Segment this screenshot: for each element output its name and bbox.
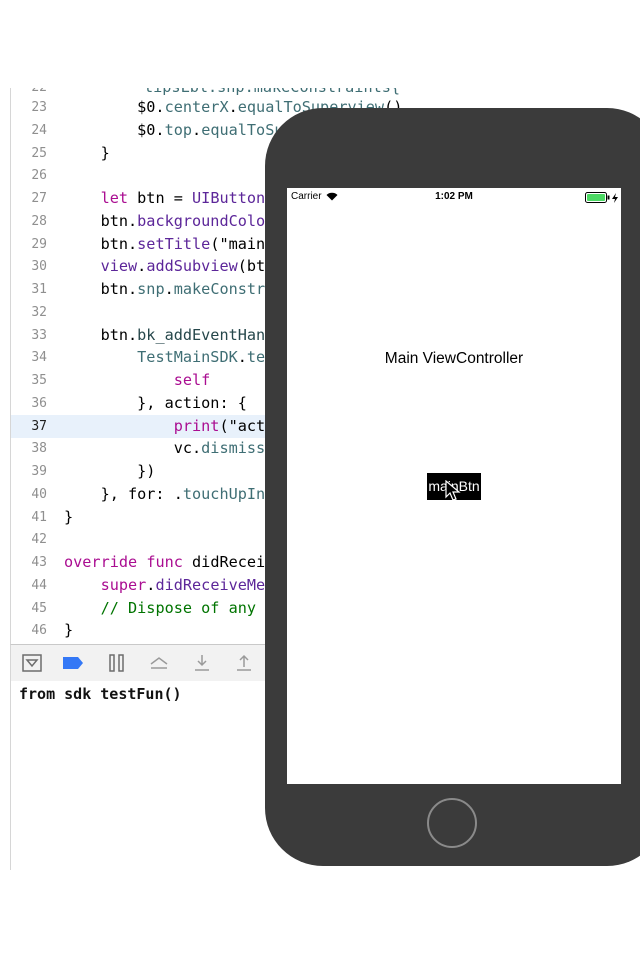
line-number: 27 xyxy=(31,191,47,206)
line-number: 33 xyxy=(31,327,47,343)
step-over-icon xyxy=(150,657,168,669)
line-number: 35 xyxy=(31,373,47,388)
code-text: view.addSubview(btn) xyxy=(100,257,284,276)
line-number: 43 xyxy=(31,555,47,570)
line-number: 45 xyxy=(31,600,47,616)
step-out-icon xyxy=(237,654,251,671)
hide-debug-area-icon xyxy=(22,654,42,672)
battery-icon xyxy=(585,192,610,203)
status-bar: Carrier 1:02 PM xyxy=(287,188,621,206)
breakpoints-toggle-button[interactable] xyxy=(61,651,85,675)
code-text: } xyxy=(64,507,74,526)
pause-icon xyxy=(109,654,124,672)
step-out-button[interactable] xyxy=(232,651,256,675)
pause-button[interactable] xyxy=(105,651,129,675)
line-number: 46 xyxy=(31,623,47,639)
line-number: 42 xyxy=(31,532,47,548)
code-text: } xyxy=(64,143,110,162)
home-button[interactable] xyxy=(427,798,477,848)
breakpoints-toggle-icon xyxy=(63,657,83,669)
main-title-label: Main ViewController xyxy=(384,350,524,367)
code-text: }) xyxy=(64,462,156,480)
line-number: 26 xyxy=(31,168,47,184)
line-number: 44 xyxy=(31,577,47,593)
line-number: 24 xyxy=(31,122,47,138)
line-number: 38 xyxy=(31,441,47,457)
line-number: 29 xyxy=(31,236,47,252)
line-number: 36 xyxy=(31,395,47,411)
line-number: 23 xyxy=(31,100,47,115)
step-into-button[interactable] xyxy=(190,651,214,675)
step-into-icon xyxy=(195,655,209,671)
mouse-cursor-icon xyxy=(445,480,461,501)
code-text: let btn = UIButton() xyxy=(100,189,284,207)
line-number: 34 xyxy=(31,350,47,366)
code-text: } xyxy=(64,621,74,640)
hide-debug-area-button[interactable] xyxy=(20,651,44,675)
status-time: 1:02 PM xyxy=(435,191,473,202)
line-number: 31 xyxy=(31,282,47,297)
line-number: 41 xyxy=(31,509,47,525)
step-over-button[interactable] xyxy=(147,651,171,675)
line-number: 32 xyxy=(31,304,47,320)
line-number: 40 xyxy=(31,486,47,502)
code-text: }, action: { xyxy=(64,393,247,412)
line-number: 30 xyxy=(31,259,47,275)
line-number: 25 xyxy=(31,145,47,161)
code-text: self xyxy=(173,371,211,389)
line-number: 28 xyxy=(31,213,47,229)
line-number: 39 xyxy=(31,464,47,479)
line-number: 37 xyxy=(31,418,47,434)
simulator-screen[interactable]: Carrier 1:02 PM Main ViewController main… xyxy=(287,188,621,784)
charging-bolt-icon xyxy=(612,192,618,203)
console-text: from sdk testFun() xyxy=(19,685,182,703)
